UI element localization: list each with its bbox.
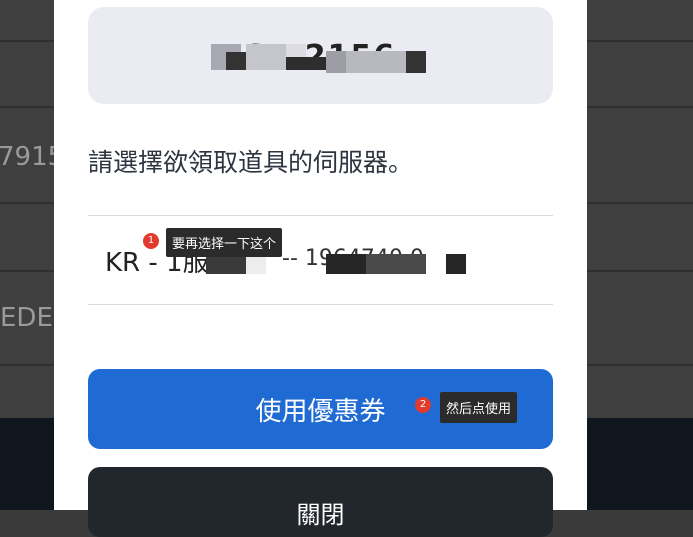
background-row-text: EDE: [0, 303, 53, 333]
divider: [88, 304, 553, 305]
coupon-modal: S P2156 請選擇欲領取道具的伺服器。 KR - 1服 -- 1964740…: [54, 0, 587, 537]
redaction-mosaic: [226, 52, 246, 70]
redaction-mosaic: [326, 51, 346, 73]
redaction-mosaic: [246, 44, 286, 70]
redaction-mosaic: [326, 254, 366, 274]
annotation-badge: 2: [415, 397, 431, 413]
redaction-mosaic: [406, 51, 426, 73]
redaction-mosaic: [446, 254, 466, 274]
coupon-code-box: S P2156: [88, 7, 553, 104]
close-button[interactable]: 關閉: [88, 467, 553, 537]
redaction-mosaic: [366, 254, 426, 274]
annotation-tooltip: 然后点使用: [440, 392, 518, 423]
redaction-mosaic: [346, 51, 406, 73]
server-select-prompt: 請選擇欲領取道具的伺服器。: [88, 148, 414, 177]
annotation-tooltip: 要再选择一下这个: [166, 228, 283, 257]
redaction-mosaic: [286, 57, 326, 70]
annotation-badge: 1: [143, 233, 159, 249]
